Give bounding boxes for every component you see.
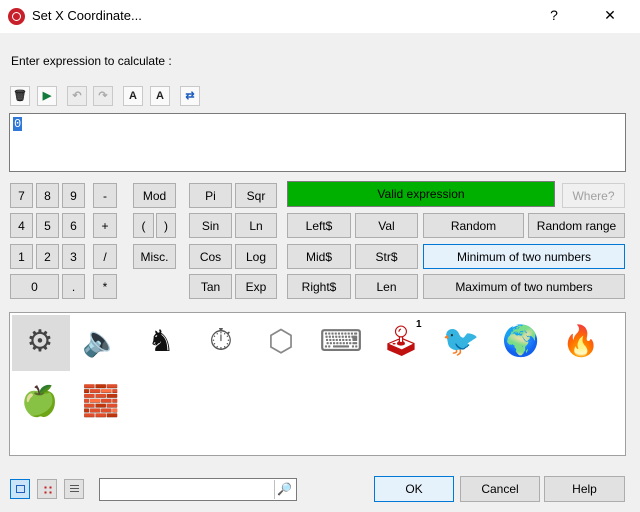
random-range-button[interactable]: Random range [528,213,625,238]
cancel-button[interactable]: Cancel [460,476,540,502]
misc-button[interactable]: Misc. [133,244,176,269]
ok-button[interactable]: OK [374,476,454,502]
paren-open-button[interactable]: ( [133,213,154,238]
right-button[interactable]: Right$ [287,274,351,299]
undo-button[interactable]: ↶ [67,86,87,106]
mod-button[interactable]: Mod [133,183,176,208]
planet-icon[interactable]: 🌍 [499,319,543,363]
chess-icon[interactable]: ♞ [139,319,183,363]
close-window-button[interactable]: ✕ [590,0,630,33]
help-button[interactable]: Help [544,476,625,502]
paren-close-button[interactable]: ) [156,213,176,238]
random-button[interactable]: Random [423,213,524,238]
key-7[interactable]: 7 [10,183,33,208]
key-multiply[interactable]: * [93,274,117,299]
expression-input[interactable]: 0 [9,113,626,172]
bricks-icon[interactable]: 🧱 [79,379,123,423]
view-small-icons-button[interactable] [37,479,57,499]
key-3[interactable]: 3 [62,244,85,269]
prompt-label: Enter expression to calculate : [11,54,172,68]
key-dot[interactable]: . [62,274,85,299]
mid-button[interactable]: Mid$ [287,244,351,269]
key-divide[interactable]: / [93,244,117,269]
font-smaller-icon: A [129,90,137,102]
key-5[interactable]: 5 [36,213,59,238]
view-list-button[interactable] [64,479,84,499]
insert-icon: ▶ [42,90,52,102]
val-button[interactable]: Val [355,213,418,238]
view-large-icons-button[interactable] [10,479,30,499]
str-button[interactable]: Str$ [355,244,418,269]
search-icon[interactable]: 🔎 [274,480,294,499]
list-icon [70,485,79,494]
undo-icon: ↶ [72,90,82,102]
log-button[interactable]: Log [235,244,277,269]
expression-status: Valid expression [287,181,555,207]
app-icon [8,8,25,25]
keyboard-mouse-icon[interactable]: ⌨ [319,319,363,363]
sprite-character-icon[interactable]: 🐦 [439,319,483,363]
large-icons-icon [16,485,25,493]
sin-button[interactable]: Sin [189,213,232,238]
trash-icon: 🗑 [13,90,27,102]
key-4[interactable]: 4 [10,213,33,238]
key-minus[interactable]: - [93,183,117,208]
timer-icon[interactable]: ⏱ [199,319,243,363]
object-list: ⚙ 🔈 ♞ ⏱ ⬡ ⌨ 🕹 1 🐦 🌍 🔥 🍏 🧱 [9,312,626,456]
font-smaller-button[interactable]: A [123,86,143,106]
joystick-number-label: 1 [416,319,422,330]
where-button[interactable]: Where? [562,183,625,208]
window-title: Set X Coordinate... [32,8,142,23]
len-button[interactable]: Len [355,274,418,299]
font-larger-icon: A [156,90,164,102]
exp-button[interactable]: Exp [235,274,277,299]
key-6[interactable]: 6 [62,213,85,238]
minimum-button[interactable]: Minimum of two numbers [423,244,625,269]
expression-value: 0 [13,117,23,131]
help-title-button[interactable]: ? [536,0,572,33]
key-8[interactable]: 8 [36,183,59,208]
key-plus[interactable]: + [93,213,117,238]
wrap-button[interactable]: ⇄ [180,86,200,106]
insert-button[interactable]: ▶ [37,86,57,106]
pi-button[interactable]: Pi [189,183,232,208]
apple-icon[interactable]: 🍏 [18,379,62,423]
key-9[interactable]: 9 [62,183,85,208]
box-icon[interactable]: ⬡ [259,319,303,363]
key-1[interactable]: 1 [10,244,33,269]
search-input[interactable]: 🔎 [99,478,297,501]
small-icons-icon [43,485,52,494]
tan-button[interactable]: Tan [189,274,232,299]
ln-button[interactable]: Ln [235,213,277,238]
left-button[interactable]: Left$ [287,213,351,238]
redo-icon: ↷ [98,90,108,102]
delete-button[interactable]: 🗑 [10,86,30,106]
gears-icon[interactable]: ⚙ [18,319,62,363]
speaker-icon[interactable]: 🔈 [79,319,123,363]
key-2[interactable]: 2 [36,244,59,269]
cos-button[interactable]: Cos [189,244,232,269]
title-bar: Set X Coordinate... ? ✕ [0,0,640,33]
sqr-button[interactable]: Sqr [235,183,277,208]
wrap-icon: ⇄ [185,90,195,102]
key-0[interactable]: 0 [10,274,59,299]
redo-button[interactable]: ↷ [93,86,113,106]
maximum-button[interactable]: Maximum of two numbers [423,274,625,299]
fire-icon[interactable]: 🔥 [559,319,603,363]
font-larger-button[interactable]: A [150,86,170,106]
